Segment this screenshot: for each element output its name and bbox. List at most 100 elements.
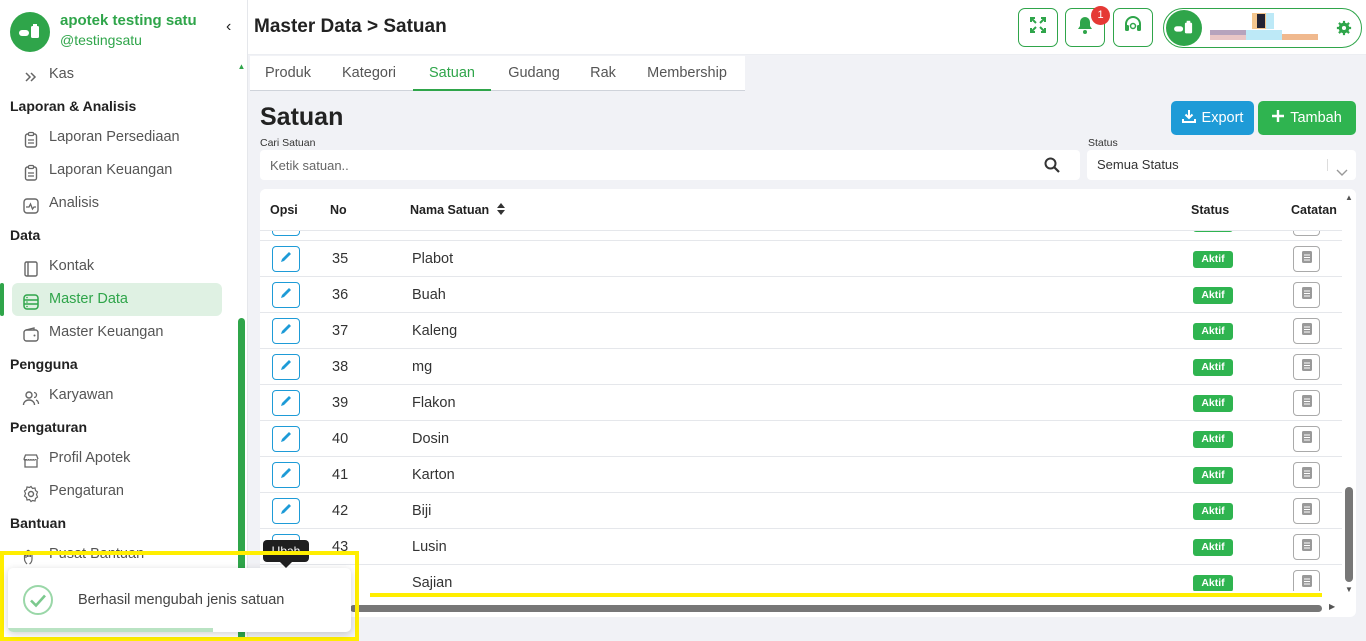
- edit-button[interactable]: [272, 282, 300, 308]
- table-vertical-scrollbar[interactable]: ▲ ▼: [1342, 189, 1356, 599]
- chevron-down-icon: [1336, 159, 1348, 176]
- cell-name: Kaleng: [412, 323, 458, 339]
- pencil-icon: [279, 322, 293, 341]
- sidebar-item-label: Kontak: [49, 258, 95, 274]
- sidebar-item-analisis[interactable]: Analisis: [12, 187, 222, 220]
- edit-button[interactable]: [272, 498, 300, 524]
- sidebar-item-kas[interactable]: Kas: [12, 58, 222, 91]
- search-icon[interactable]: [1044, 157, 1060, 173]
- edit-button[interactable]: [272, 426, 300, 452]
- note-icon: [1301, 502, 1312, 520]
- note-button[interactable]: [1293, 246, 1320, 272]
- note-button[interactable]: [1293, 318, 1320, 344]
- cell-name: Buah: [412, 287, 446, 303]
- profile-menu[interactable]: [1163, 8, 1362, 48]
- note-button[interactable]: [1293, 570, 1320, 591]
- check-circle-icon: [22, 584, 54, 616]
- note-icon: [1301, 538, 1312, 556]
- notification-badge: 1: [1091, 6, 1110, 25]
- sidebar-item-label: Pengaturan: [49, 483, 124, 499]
- success-toast[interactable]: Berhasil mengubah jenis satuan: [8, 568, 351, 632]
- table-row: 36 Buah Aktif: [260, 277, 1342, 313]
- edit-button[interactable]: [272, 390, 300, 416]
- edit-button[interactable]: [272, 462, 300, 488]
- fullscreen-button[interactable]: [1018, 8, 1058, 47]
- cell-no: 38: [332, 359, 349, 375]
- cell-name: Flakon: [412, 395, 456, 411]
- support-button[interactable]: [1113, 8, 1153, 47]
- table-horizontal-scrollbar-thumb[interactable]: [350, 605, 1322, 612]
- search-input[interactable]: [270, 156, 1030, 174]
- pencil-icon: [279, 358, 293, 377]
- sidebar-item-laporan-keuangan[interactable]: Laporan Keuangan: [12, 154, 222, 187]
- column-nama-satuan[interactable]: Nama Satuan: [410, 203, 505, 218]
- collapse-sidebar-button[interactable]: ‹: [226, 18, 231, 36]
- notification-button[interactable]: 1: [1065, 6, 1110, 47]
- gear-icon[interactable]: [1336, 20, 1352, 41]
- note-button[interactable]: [1293, 498, 1320, 524]
- edit-button[interactable]: [272, 354, 300, 380]
- cell-no: 35: [332, 251, 349, 267]
- note-button[interactable]: [1293, 534, 1320, 560]
- scroll-up-icon[interactable]: ▲: [1345, 193, 1353, 202]
- note-button[interactable]: [1293, 426, 1320, 452]
- toast-message: Berhasil mengubah jenis satuan: [78, 592, 285, 608]
- sidebar-item-master-keuangan[interactable]: Master Keuangan: [12, 316, 222, 349]
- tab-rak[interactable]: Rak: [583, 56, 623, 91]
- tab-satuan[interactable]: Satuan: [413, 56, 491, 91]
- cell-name: Dosin: [412, 431, 450, 447]
- table-row: 37 Kaleng Aktif: [260, 313, 1342, 349]
- scroll-down-icon[interactable]: ▼: [1345, 585, 1353, 594]
- cell-no: 39: [332, 395, 349, 411]
- note-button[interactable]: [1293, 354, 1320, 380]
- note-button[interactable]: [1293, 231, 1320, 236]
- sidebar-nav: Kas Laporan & Analisis Laporan Persediaa…: [0, 58, 232, 571]
- column-opsi: Opsi: [270, 203, 298, 217]
- edit-button[interactable]: [272, 318, 300, 344]
- sidebar-item-kontak[interactable]: Kontak: [12, 250, 222, 283]
- scroll-up-icon[interactable]: ▲: [237, 62, 246, 71]
- note-button[interactable]: [1293, 390, 1320, 416]
- sidebar-item-profil-apotek[interactable]: Profil Apotek: [12, 442, 222, 475]
- tab-membership[interactable]: Membership: [639, 56, 735, 91]
- note-button[interactable]: [1293, 282, 1320, 308]
- add-label: Tambah: [1290, 110, 1342, 126]
- status-select[interactable]: Semua Status: [1087, 150, 1356, 180]
- status-badge: Aktif: [1193, 251, 1233, 268]
- note-icon: [1301, 394, 1312, 412]
- table-vertical-scrollbar-thumb[interactable]: [1345, 487, 1353, 582]
- cell-no: 40: [332, 431, 349, 447]
- export-button[interactable]: Export: [1171, 101, 1254, 135]
- content-title: Satuan: [260, 103, 344, 131]
- status-badge: Aktif: [1193, 287, 1233, 304]
- tab-produk[interactable]: Produk: [256, 56, 320, 91]
- pencil-icon: [279, 502, 293, 521]
- table-row: 35 Plabot Aktif: [260, 241, 1342, 277]
- avatar: [1166, 10, 1202, 46]
- pencil-icon: [279, 466, 293, 485]
- note-button[interactable]: [1293, 462, 1320, 488]
- note-icon: [1301, 430, 1312, 448]
- database-icon: [22, 291, 40, 310]
- status-select-value: Semua Status: [1097, 157, 1179, 172]
- sidebar-item-pengaturan[interactable]: Pengaturan: [12, 475, 222, 508]
- table-horizontal-scrollbar[interactable]: ▶: [260, 602, 1342, 614]
- pharmacy-logo-icon: [10, 12, 50, 52]
- add-button[interactable]: Tambah: [1258, 101, 1356, 135]
- sidebar-item-master-data[interactable]: Master Data: [0, 283, 222, 316]
- top-header: Master Data > Satuan 1: [248, 0, 1366, 55]
- headset-icon: [1123, 15, 1143, 40]
- sort-icon[interactable]: [496, 203, 505, 218]
- highlight-underline: [370, 593, 1322, 597]
- sidebar-item-laporan-persediaan[interactable]: Laporan Persediaan: [12, 121, 222, 154]
- note-icon: [1301, 466, 1312, 484]
- clipboard-icon: [22, 162, 40, 181]
- edit-button[interactable]: [272, 231, 300, 236]
- scroll-right-icon[interactable]: ▶: [1329, 602, 1335, 611]
- edit-button[interactable]: [272, 246, 300, 272]
- tab-gudang[interactable]: Gudang: [501, 56, 567, 91]
- tab-kategori[interactable]: Kategori: [334, 56, 404, 91]
- plus-icon: [1272, 110, 1285, 126]
- contact-book-icon: [22, 258, 40, 277]
- sidebar-item-karyawan[interactable]: Karyawan: [12, 379, 222, 412]
